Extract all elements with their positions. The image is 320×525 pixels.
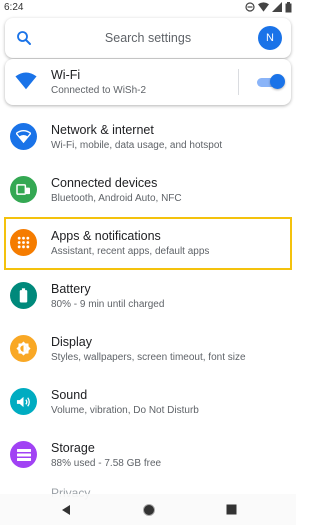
settings-item-title: Sound xyxy=(51,388,88,402)
settings-item-subtitle: 88% used - 7.58 GB free xyxy=(51,458,162,469)
back-icon[interactable] xyxy=(60,504,72,516)
settings-item-battery[interactable]: Battery 80% - 9 min until charged xyxy=(0,270,296,323)
settings-item-subtitle: Styles, wallpapers, screen timeout, font… xyxy=(51,352,246,363)
settings-item-network[interactable]: Network & internet Wi-Fi, mobile, data u… xyxy=(0,111,296,164)
sound-icon-badge xyxy=(10,388,37,415)
wifi-icon xyxy=(16,130,31,143)
wifi-condition-card[interactable]: Wi-Fi Connected to WiSh-2 xyxy=(5,59,291,105)
settings-item-subtitle: Bluetooth, Android Auto, NFC xyxy=(51,193,182,204)
settings-item-subtitle: Volume, vibration, Do Not Disturb xyxy=(51,405,199,416)
status-time: 6:24 xyxy=(4,1,24,13)
network-icon-badge xyxy=(10,123,37,150)
wifi-title: Wi-Fi xyxy=(51,68,81,82)
settings-list: Network & internet Wi-Fi, mobile, data u… xyxy=(0,111,296,482)
wifi-toggle[interactable] xyxy=(257,74,285,89)
display-icon-badge xyxy=(10,335,37,362)
settings-item-sound[interactable]: Sound Volume, vibration, Do Not Disturb xyxy=(0,376,296,429)
status-icons xyxy=(245,1,292,13)
dnd-icon xyxy=(245,2,255,12)
devices-icon xyxy=(16,184,30,195)
divider xyxy=(238,69,239,95)
settings-item-connected-devices[interactable]: Connected devices Bluetooth, Android Aut… xyxy=(0,164,296,217)
recents-icon[interactable] xyxy=(226,504,237,515)
settings-item-subtitle: Wi-Fi, mobile, data usage, and hotspot xyxy=(51,140,223,151)
settings-item-display[interactable]: Display Styles, wallpapers, screen timeo… xyxy=(0,323,296,376)
search-bar[interactable]: Search settings N xyxy=(5,18,291,58)
settings-item-subtitle: Assistant, recent apps, default apps xyxy=(51,246,210,257)
settings-item-title: Storage xyxy=(51,441,95,455)
settings-item-storage[interactable]: Storage 88% used - 7.58 GB free xyxy=(0,429,296,482)
wifi-subtitle: Connected to WiSh-2 xyxy=(51,85,147,96)
battery-icon-badge xyxy=(10,282,37,309)
battery-status-icon xyxy=(285,1,292,12)
devices-icon-badge xyxy=(10,176,37,203)
settings-item-title: Display xyxy=(51,335,92,349)
avatar[interactable]: N xyxy=(258,26,282,50)
cell-signal-icon xyxy=(272,2,282,12)
home-icon[interactable] xyxy=(142,503,156,517)
settings-item-subtitle: 80% - 9 min until charged xyxy=(51,299,165,310)
navigation-bar xyxy=(0,494,296,525)
storage-icon xyxy=(16,448,31,461)
toggle-thumb xyxy=(270,74,285,89)
storage-icon-badge xyxy=(10,441,37,468)
wifi-signal-icon xyxy=(258,2,269,12)
apps-grid-icon xyxy=(17,236,30,249)
battery-icon xyxy=(19,288,28,303)
settings-item-title: Apps & notifications xyxy=(51,229,161,243)
apps-icon-badge xyxy=(10,229,37,256)
wifi-icon xyxy=(15,72,37,90)
settings-item-apps-notifications[interactable]: Apps & notifications Assistant, recent a… xyxy=(4,217,292,270)
status-bar: 6:24 xyxy=(0,0,296,14)
settings-item-title: Connected devices xyxy=(51,176,158,190)
volume-icon xyxy=(16,396,30,407)
settings-item-title: Network & internet xyxy=(51,123,154,137)
brightness-icon xyxy=(16,341,31,356)
search-placeholder: Search settings xyxy=(104,31,192,45)
settings-item-title: Battery xyxy=(51,282,91,296)
